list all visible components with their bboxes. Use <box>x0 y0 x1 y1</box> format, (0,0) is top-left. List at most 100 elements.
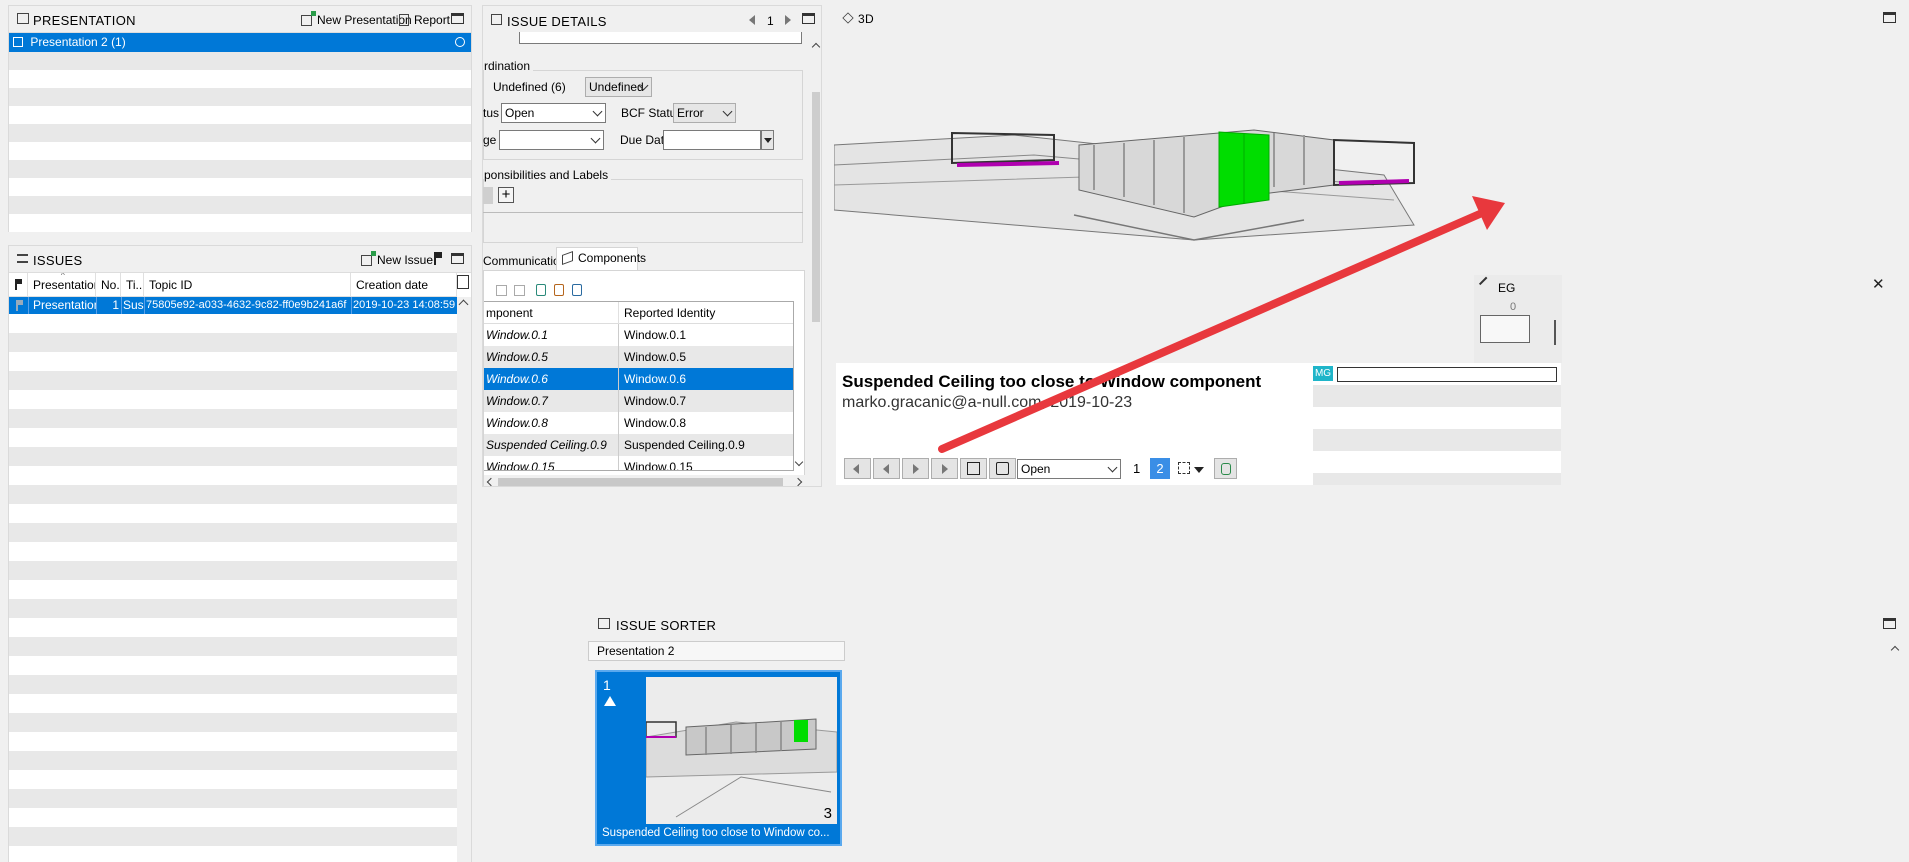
select-component-icon[interactable] <box>496 285 507 296</box>
presentation-panel: PRESENTATION New Presentation Report Pre… <box>8 5 472 232</box>
pencil-icon[interactable] <box>1478 276 1488 285</box>
cell-component: Window.0.5 <box>484 346 619 368</box>
sort-arrow-icon: ^ <box>61 272 65 280</box>
next-issue-icon[interactable] <box>785 15 791 25</box>
table-row[interactable]: Window.0.6 Window.0.6 <box>484 368 793 390</box>
horizontal-scroll-thumb[interactable] <box>498 478 783 486</box>
scroll-right-icon[interactable] <box>793 477 803 486</box>
play-button[interactable] <box>960 458 987 479</box>
table-row[interactable]: Window.0.1 Window.0.1 <box>484 324 793 346</box>
viewpoint-status-select[interactable]: Open <box>1017 459 1121 479</box>
tab-label: Components <box>578 251 647 265</box>
issues-panel: ISSUES New Issue Presentation No. Ti... … <box>8 245 472 862</box>
column-header-creation-date[interactable]: Creation date <box>351 273 457 297</box>
clipboard-icon[interactable] <box>572 284 582 296</box>
panel-title: 3D <box>858 12 874 26</box>
scroll-down-icon[interactable] <box>794 457 804 467</box>
cell-component: Window.0.15 <box>484 456 619 470</box>
deselect-component-icon[interactable] <box>514 285 525 296</box>
paste-component-icon[interactable] <box>554 284 564 296</box>
last-viewpoint-button[interactable] <box>931 458 958 479</box>
vertical-scrollbar[interactable] <box>457 297 471 862</box>
column-header-title[interactable]: Ti... <box>121 273 144 297</box>
bcf-status-select[interactable]: Error <box>673 103 736 123</box>
previous-issue-icon[interactable] <box>749 15 755 25</box>
issue-info-panel: Suspended Ceiling too close to Window co… <box>836 363 1313 485</box>
table-row[interactable]: Window.0.8 Window.0.8 <box>484 412 793 434</box>
table-row[interactable]: Suspended Ceiling.0.9 Suspended Ceiling.0… <box>484 434 793 456</box>
panel-title: PRESENTATION <box>33 13 136 28</box>
new-issue-button[interactable]: New Issue <box>361 250 433 268</box>
label-chip[interactable] <box>483 187 493 204</box>
undefined-select[interactable]: Undefined <box>585 77 652 97</box>
first-viewpoint-button[interactable] <box>844 458 871 479</box>
report-button[interactable]: Report <box>399 12 450 28</box>
scroll-up-icon[interactable] <box>458 299 469 310</box>
maximize-icon[interactable] <box>802 13 815 24</box>
maximize-icon[interactable] <box>451 13 464 24</box>
comment-input[interactable] <box>1337 367 1557 382</box>
card-thumbnail: 3 <box>646 677 837 824</box>
horizontal-scrollbar[interactable] <box>484 475 806 486</box>
tab-communication[interactable]: Communication <box>483 252 566 271</box>
dropdown-arrow-icon[interactable] <box>1194 467 1204 473</box>
flag-column-header[interactable] <box>9 273 28 297</box>
flag-icon[interactable] <box>434 252 442 265</box>
new-presentation-icon <box>301 10 316 26</box>
next-viewpoint-button[interactable] <box>902 458 929 479</box>
add-component-icon[interactable] <box>536 284 546 296</box>
scroll-up-icon[interactable] <box>811 42 821 52</box>
navigator-widget[interactable]: EG 0 <box>1474 275 1562 363</box>
vertical-scrollbar[interactable] <box>794 301 806 471</box>
components-tab-content: mponent Reported Identity Window.0.1 Wind… <box>483 270 806 486</box>
column-header-topic-id[interactable]: Topic ID <box>144 273 351 297</box>
scroll-up-icon[interactable] <box>1890 645 1900 655</box>
new-presentation-button[interactable]: New Presentation <box>301 10 412 28</box>
cell-reported-identity: Window.0.1 <box>624 328 687 342</box>
add-label-button[interactable]: + <box>498 187 514 203</box>
sorter-group-header[interactable]: Presentation 2 <box>588 641 845 661</box>
list-item[interactable]: Presentation 2 (1) <box>9 33 471 52</box>
description-field[interactable] <box>519 32 802 44</box>
thumbnail-render <box>646 677 837 824</box>
camera-button[interactable] <box>989 458 1016 479</box>
zoom-fit-icon[interactable] <box>1178 462 1190 474</box>
date-picker-button[interactable] <box>761 130 774 150</box>
scroll-left-icon[interactable] <box>486 477 496 486</box>
warning-icon <box>604 696 616 706</box>
cell-component: Window.0.7 <box>484 390 619 412</box>
table-row[interactable]: Window.0.7 Window.0.7 <box>484 390 793 412</box>
page-2[interactable]: 2 <box>1150 458 1170 479</box>
add-viewpoint-button[interactable] <box>1214 458 1237 479</box>
table-row[interactable]: Presentation 2 1 Susp 75805e92-a033-4632… <box>9 297 457 314</box>
table-row[interactable]: Window.0.15 Window.0.15 <box>484 456 793 470</box>
table-row[interactable]: Window.0.5 Window.0.5 <box>484 346 793 368</box>
column-chooser-button[interactable] <box>457 275 469 289</box>
sorter-scrollbar[interactable] <box>1888 641 1902 862</box>
maximize-icon[interactable] <box>451 253 464 264</box>
column-header-reported-identity[interactable]: Reported Identity <box>619 302 793 324</box>
issues-table: Presentation No. Ti... Topic ID Creation… <box>9 272 471 862</box>
status-select[interactable]: Open <box>501 103 606 123</box>
due-date-field[interactable] <box>663 130 761 150</box>
maximize-icon[interactable] <box>1883 12 1896 23</box>
table-header: Presentation No. Ti... Topic ID Creation… <box>9 273 457 297</box>
stage-select[interactable] <box>499 130 604 150</box>
3d-viewport[interactable] <box>834 105 1434 365</box>
page-1[interactable]: 1 <box>1133 461 1140 476</box>
close-icon[interactable]: ✕ <box>1872 277 1885 292</box>
cell-reported-identity: Window.0.6 <box>624 372 687 386</box>
components-rows: Window.0.1 Window.0.1 Window.0.5 Window.0.5… <box>484 324 793 470</box>
column-header-number[interactable]: No. <box>96 273 121 297</box>
empty-rows <box>9 52 471 232</box>
tab-components[interactable]: Components <box>556 247 646 270</box>
sync-icon[interactable] <box>455 37 465 47</box>
issue-card[interactable]: 1 3 Suspended Ceiling too close to Windo… <box>595 670 842 846</box>
maximize-icon[interactable] <box>1883 618 1896 629</box>
previous-viewpoint-button[interactable] <box>873 458 900 479</box>
details-scrollbar[interactable] <box>809 38 821 486</box>
scroll-thumb[interactable] <box>812 92 820 322</box>
column-header-component[interactable]: mponent <box>484 302 619 324</box>
report-icon <box>399 14 409 26</box>
stage-label: ge <box>483 133 497 147</box>
